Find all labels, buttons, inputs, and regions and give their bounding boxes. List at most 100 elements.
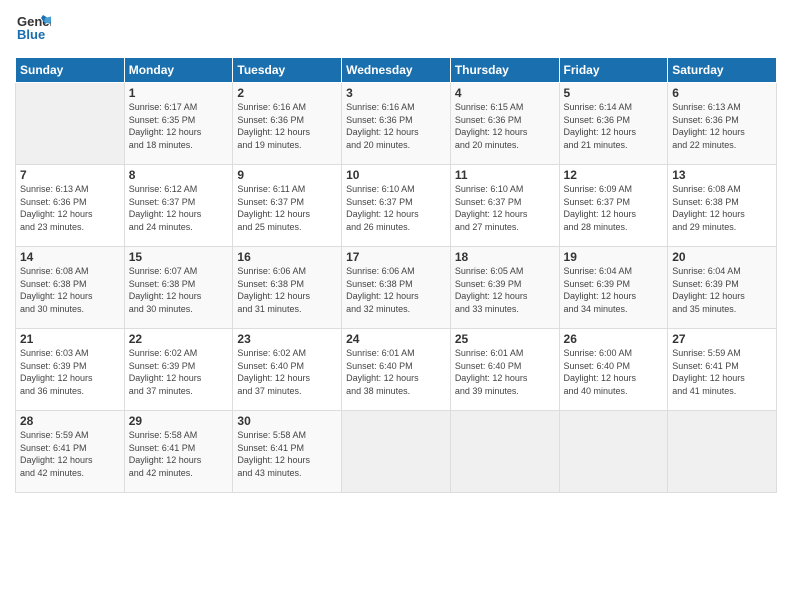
day-number: 9 [237, 168, 337, 182]
day-info: Sunrise: 6:03 AMSunset: 6:39 PMDaylight:… [20, 347, 120, 397]
calendar-cell: 3Sunrise: 6:16 AMSunset: 6:36 PMDaylight… [342, 83, 451, 165]
day-number: 24 [346, 332, 446, 346]
header-friday: Friday [559, 58, 668, 83]
header-thursday: Thursday [450, 58, 559, 83]
day-info: Sunrise: 6:04 AMSunset: 6:39 PMDaylight:… [564, 265, 664, 315]
calendar-cell: 18Sunrise: 6:05 AMSunset: 6:39 PMDayligh… [450, 247, 559, 329]
day-number: 10 [346, 168, 446, 182]
day-number: 13 [672, 168, 772, 182]
week-row-4: 28Sunrise: 5:59 AMSunset: 6:41 PMDayligh… [16, 411, 777, 493]
day-info: Sunrise: 6:02 AMSunset: 6:40 PMDaylight:… [237, 347, 337, 397]
day-number: 3 [346, 86, 446, 100]
day-number: 6 [672, 86, 772, 100]
header-row: SundayMondayTuesdayWednesdayThursdayFrid… [16, 58, 777, 83]
day-info: Sunrise: 5:59 AMSunset: 6:41 PMDaylight:… [20, 429, 120, 479]
day-info: Sunrise: 6:06 AMSunset: 6:38 PMDaylight:… [346, 265, 446, 315]
calendar-cell [450, 411, 559, 493]
logo-icon: General Blue [15, 10, 51, 46]
day-info: Sunrise: 6:01 AMSunset: 6:40 PMDaylight:… [346, 347, 446, 397]
day-number: 30 [237, 414, 337, 428]
day-number: 18 [455, 250, 555, 264]
day-info: Sunrise: 6:08 AMSunset: 6:38 PMDaylight:… [20, 265, 120, 315]
calendar-cell: 2Sunrise: 6:16 AMSunset: 6:36 PMDaylight… [233, 83, 342, 165]
calendar-cell: 29Sunrise: 5:58 AMSunset: 6:41 PMDayligh… [124, 411, 233, 493]
day-info: Sunrise: 6:06 AMSunset: 6:38 PMDaylight:… [237, 265, 337, 315]
day-info: Sunrise: 6:09 AMSunset: 6:37 PMDaylight:… [564, 183, 664, 233]
calendar-cell: 27Sunrise: 5:59 AMSunset: 6:41 PMDayligh… [668, 329, 777, 411]
day-info: Sunrise: 5:58 AMSunset: 6:41 PMDaylight:… [237, 429, 337, 479]
calendar-cell [559, 411, 668, 493]
calendar-cell: 25Sunrise: 6:01 AMSunset: 6:40 PMDayligh… [450, 329, 559, 411]
day-number: 27 [672, 332, 772, 346]
day-info: Sunrise: 6:16 AMSunset: 6:36 PMDaylight:… [346, 101, 446, 151]
day-number: 14 [20, 250, 120, 264]
calendar-cell: 8Sunrise: 6:12 AMSunset: 6:37 PMDaylight… [124, 165, 233, 247]
calendar-cell: 23Sunrise: 6:02 AMSunset: 6:40 PMDayligh… [233, 329, 342, 411]
day-info: Sunrise: 5:58 AMSunset: 6:41 PMDaylight:… [129, 429, 229, 479]
calendar-cell: 4Sunrise: 6:15 AMSunset: 6:36 PMDaylight… [450, 83, 559, 165]
calendar-cell: 28Sunrise: 5:59 AMSunset: 6:41 PMDayligh… [16, 411, 125, 493]
header-sunday: Sunday [16, 58, 125, 83]
header-tuesday: Tuesday [233, 58, 342, 83]
calendar-cell [668, 411, 777, 493]
day-number: 29 [129, 414, 229, 428]
day-number: 5 [564, 86, 664, 100]
calendar-cell: 17Sunrise: 6:06 AMSunset: 6:38 PMDayligh… [342, 247, 451, 329]
calendar-cell: 10Sunrise: 6:10 AMSunset: 6:37 PMDayligh… [342, 165, 451, 247]
day-number: 8 [129, 168, 229, 182]
day-number: 26 [564, 332, 664, 346]
day-number: 1 [129, 86, 229, 100]
day-number: 25 [455, 332, 555, 346]
day-info: Sunrise: 6:16 AMSunset: 6:36 PMDaylight:… [237, 101, 337, 151]
day-info: Sunrise: 6:15 AMSunset: 6:36 PMDaylight:… [455, 101, 555, 151]
week-row-0: 1Sunrise: 6:17 AMSunset: 6:35 PMDaylight… [16, 83, 777, 165]
day-number: 2 [237, 86, 337, 100]
logo: General Blue [15, 10, 51, 51]
day-info: Sunrise: 6:07 AMSunset: 6:38 PMDaylight:… [129, 265, 229, 315]
day-number: 12 [564, 168, 664, 182]
calendar-body: 1Sunrise: 6:17 AMSunset: 6:35 PMDaylight… [16, 83, 777, 493]
day-number: 11 [455, 168, 555, 182]
day-number: 28 [20, 414, 120, 428]
week-row-1: 7Sunrise: 6:13 AMSunset: 6:36 PMDaylight… [16, 165, 777, 247]
week-row-3: 21Sunrise: 6:03 AMSunset: 6:39 PMDayligh… [16, 329, 777, 411]
calendar-cell: 26Sunrise: 6:00 AMSunset: 6:40 PMDayligh… [559, 329, 668, 411]
day-info: Sunrise: 6:08 AMSunset: 6:38 PMDaylight:… [672, 183, 772, 233]
calendar-cell: 30Sunrise: 5:58 AMSunset: 6:41 PMDayligh… [233, 411, 342, 493]
day-info: Sunrise: 6:04 AMSunset: 6:39 PMDaylight:… [672, 265, 772, 315]
day-info: Sunrise: 5:59 AMSunset: 6:41 PMDaylight:… [672, 347, 772, 397]
page-container: General Blue SundayMondayTuesdayWednesda… [0, 0, 792, 503]
calendar-cell: 22Sunrise: 6:02 AMSunset: 6:39 PMDayligh… [124, 329, 233, 411]
day-number: 22 [129, 332, 229, 346]
calendar-cell: 13Sunrise: 6:08 AMSunset: 6:38 PMDayligh… [668, 165, 777, 247]
calendar-cell: 24Sunrise: 6:01 AMSunset: 6:40 PMDayligh… [342, 329, 451, 411]
calendar-cell [342, 411, 451, 493]
day-info: Sunrise: 6:10 AMSunset: 6:37 PMDaylight:… [455, 183, 555, 233]
day-info: Sunrise: 6:12 AMSunset: 6:37 PMDaylight:… [129, 183, 229, 233]
day-number: 20 [672, 250, 772, 264]
header-wednesday: Wednesday [342, 58, 451, 83]
day-info: Sunrise: 6:00 AMSunset: 6:40 PMDaylight:… [564, 347, 664, 397]
calendar-cell: 14Sunrise: 6:08 AMSunset: 6:38 PMDayligh… [16, 247, 125, 329]
calendar-cell: 5Sunrise: 6:14 AMSunset: 6:36 PMDaylight… [559, 83, 668, 165]
header-saturday: Saturday [668, 58, 777, 83]
calendar-cell: 11Sunrise: 6:10 AMSunset: 6:37 PMDayligh… [450, 165, 559, 247]
day-info: Sunrise: 6:13 AMSunset: 6:36 PMDaylight:… [20, 183, 120, 233]
day-number: 19 [564, 250, 664, 264]
day-info: Sunrise: 6:11 AMSunset: 6:37 PMDaylight:… [237, 183, 337, 233]
calendar-cell [16, 83, 125, 165]
calendar-cell: 19Sunrise: 6:04 AMSunset: 6:39 PMDayligh… [559, 247, 668, 329]
calendar-table: SundayMondayTuesdayWednesdayThursdayFrid… [15, 57, 777, 493]
day-number: 7 [20, 168, 120, 182]
calendar-cell: 1Sunrise: 6:17 AMSunset: 6:35 PMDaylight… [124, 83, 233, 165]
day-number: 17 [346, 250, 446, 264]
week-row-2: 14Sunrise: 6:08 AMSunset: 6:38 PMDayligh… [16, 247, 777, 329]
day-info: Sunrise: 6:02 AMSunset: 6:39 PMDaylight:… [129, 347, 229, 397]
day-info: Sunrise: 6:10 AMSunset: 6:37 PMDaylight:… [346, 183, 446, 233]
svg-text:Blue: Blue [17, 27, 45, 42]
day-number: 21 [20, 332, 120, 346]
day-number: 23 [237, 332, 337, 346]
day-info: Sunrise: 6:01 AMSunset: 6:40 PMDaylight:… [455, 347, 555, 397]
calendar-cell: 15Sunrise: 6:07 AMSunset: 6:38 PMDayligh… [124, 247, 233, 329]
header: General Blue [15, 10, 777, 51]
